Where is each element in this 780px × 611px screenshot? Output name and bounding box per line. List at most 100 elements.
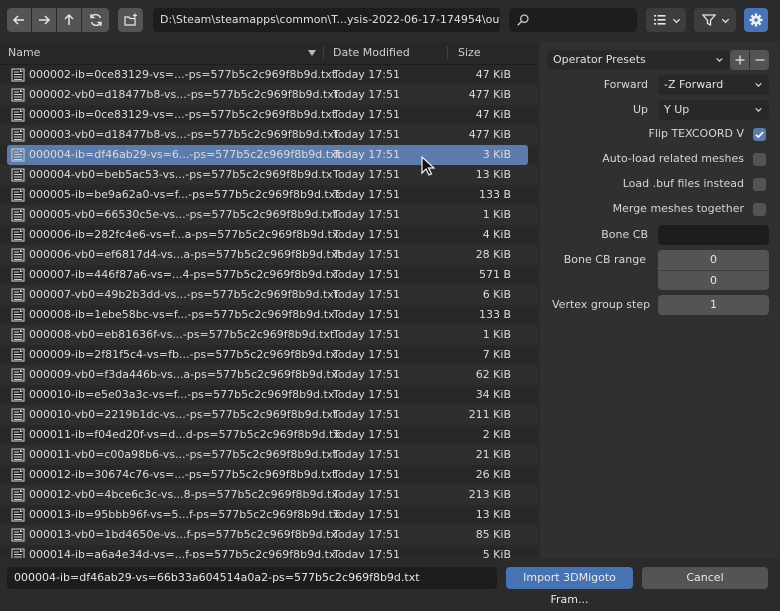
text-file-icon bbox=[11, 208, 25, 222]
file-name: 000010-ib=e5e03a3c-vs=f...-ps=577b5c2c96… bbox=[29, 388, 335, 401]
refresh-icon bbox=[89, 13, 102, 27]
file-date: Today 17:51 bbox=[333, 168, 401, 181]
text-file-icon bbox=[11, 508, 25, 522]
file-date: Today 17:51 bbox=[333, 408, 401, 421]
text-file-icon bbox=[11, 228, 25, 242]
autoload-checkbox[interactable] bbox=[753, 153, 766, 166]
file-size: 5 KiB bbox=[482, 548, 511, 558]
file-size: 1 KiB bbox=[482, 328, 511, 341]
file-size: 477 KiB bbox=[468, 128, 511, 141]
column-header-size[interactable]: Size bbox=[458, 42, 481, 64]
file-row[interactable]: 000006-vb0=ef6817d4-vs...a-ps=577b5c2c96… bbox=[0, 245, 538, 265]
file-date: Today 17:51 bbox=[333, 548, 401, 558]
column-header-date[interactable]: Date Modified bbox=[333, 42, 410, 64]
load-buf-checkbox[interactable] bbox=[753, 178, 766, 191]
bone-cb-field[interactable] bbox=[658, 225, 769, 245]
flip-texcoord-label[interactable]: Flip TEXCOORD V bbox=[560, 124, 744, 144]
text-file-icon bbox=[11, 548, 25, 558]
file-row[interactable]: 000009-ib=2f81f5c4-vs=fb...-ps=577b5c2c9… bbox=[0, 345, 538, 365]
file-name: 000005-ib=be9a62a0-vs=f...-ps=577b5c2c96… bbox=[29, 188, 340, 201]
file-row[interactable]: 000003-ib=0ce83129-vs=...-ps=577b5c2c969… bbox=[0, 105, 538, 125]
file-row[interactable]: 000010-vb0=2219b1dc-vs...-ps=577b5c2c969… bbox=[0, 405, 538, 425]
file-row[interactable]: 000004-vb0=beb5ac53-vs...-ps=577b5c2c969… bbox=[0, 165, 538, 185]
back-button[interactable] bbox=[7, 8, 31, 32]
chevron-down-icon bbox=[672, 18, 680, 23]
forward-button[interactable] bbox=[32, 8, 56, 32]
file-row[interactable]: 000010-ib=e5e03a3c-vs=f...-ps=577b5c2c96… bbox=[0, 385, 538, 405]
file-row[interactable]: 000006-ib=282fc4e6-vs=f...a-ps=577b5c2c9… bbox=[0, 225, 538, 245]
file-name: 000009-vb0=f3da446b-vs...a-ps=577b5c2c96… bbox=[29, 368, 338, 381]
new-folder-button[interactable] bbox=[118, 8, 143, 32]
file-size: 133 B bbox=[478, 308, 511, 321]
remove-preset-button[interactable] bbox=[750, 50, 769, 70]
file-name: 000007-vb0=49b2b3dd-vs...-ps=577b5c2c969… bbox=[29, 288, 339, 301]
text-file-icon bbox=[11, 148, 25, 162]
file-row[interactable]: 000008-vb0=eb81636f-vs...-ps=577b5c2c969… bbox=[0, 325, 538, 345]
file-name: 000004-vb0=beb5ac53-vs...-ps=577b5c2c969… bbox=[29, 168, 333, 181]
filter-dropdown[interactable] bbox=[694, 8, 736, 32]
cancel-button[interactable]: Cancel bbox=[642, 567, 768, 589]
file-row[interactable]: 000008-ib=1ebe58bc-vs=f...-ps=577b5c2c96… bbox=[0, 305, 538, 325]
file-row[interactable]: 000014-ib=a6a4e34d-vs=...f-ps=577b5c2c96… bbox=[0, 545, 538, 558]
merge-meshes-checkbox[interactable] bbox=[753, 203, 766, 216]
plus-icon bbox=[735, 55, 744, 65]
file-name: 000008-vb0=eb81636f-vs...-ps=577b5c2c969… bbox=[29, 328, 335, 341]
file-row[interactable]: 000005-vb0=66530c5e-vs...-ps=577b5c2c969… bbox=[0, 205, 538, 225]
file-size: 571 B bbox=[478, 268, 511, 281]
file-row[interactable]: 000004-ib=df46ab29-vs=6...-ps=577b5c2c96… bbox=[0, 145, 538, 165]
vertex-group-step-field[interactable]: 1 bbox=[658, 295, 769, 315]
settings-toggle-button[interactable] bbox=[744, 8, 768, 32]
file-row[interactable]: 000012-vb0=4bce6c3c-vs...8-ps=577b5c2c96… bbox=[0, 485, 538, 505]
refresh-button[interactable] bbox=[82, 8, 109, 32]
bone-cb-label: Bone CB bbox=[601, 228, 648, 241]
file-row[interactable]: 000002-ib=0ce83129-vs=...-ps=577b5c2c969… bbox=[0, 65, 538, 85]
file-date: Today 17:51 bbox=[333, 208, 401, 221]
column-header-name[interactable]: Name bbox=[8, 42, 40, 64]
import-button[interactable]: Import 3DMigoto Fram... bbox=[506, 567, 633, 606]
file-date: Today 17:51 bbox=[333, 348, 401, 361]
file-row[interactable]: 000007-vb0=49b2b3dd-vs...-ps=577b5c2c969… bbox=[0, 285, 538, 305]
file-list[interactable]: Name Date Modified Size 000002-ib=0ce831… bbox=[0, 42, 538, 558]
up-axis-dropdown[interactable]: Y Up bbox=[658, 100, 769, 120]
add-preset-button[interactable] bbox=[730, 50, 749, 70]
file-date: Today 17:51 bbox=[333, 268, 401, 281]
list-view-icon bbox=[653, 15, 665, 25]
forward-axis-dropdown[interactable]: -Z Forward bbox=[658, 75, 769, 95]
text-file-icon bbox=[11, 188, 25, 202]
load-buf-label[interactable]: Load .buf files instead bbox=[560, 174, 744, 194]
file-name: 000011-ib=f04ed20f-vs=d...d-ps=577b5c2c9… bbox=[29, 428, 340, 441]
display-mode-dropdown[interactable] bbox=[646, 8, 686, 32]
text-file-icon bbox=[11, 348, 25, 362]
parent-directory-button[interactable] bbox=[57, 8, 81, 32]
directory-path-field[interactable]: D:\Steam\steamapps\common\T...ysis-2022-… bbox=[153, 8, 500, 32]
file-row[interactable]: 000009-vb0=f3da446b-vs...a-ps=577b5c2c96… bbox=[0, 365, 538, 385]
forward-axis-value: -Z Forward bbox=[664, 78, 724, 91]
operator-presets-dropdown[interactable]: Operator Presets bbox=[547, 50, 730, 70]
file-row[interactable]: 000013-ib=95bbb96f-vs=5...f-ps=577b5c2c9… bbox=[0, 505, 538, 525]
file-row[interactable]: 000012-ib=30674c76-vs=...-ps=577b5c2c969… bbox=[0, 465, 538, 485]
flip-texcoord-checkbox[interactable] bbox=[753, 128, 766, 141]
file-row[interactable]: 000003-vb0=d18477b8-vs...-ps=577b5c2c969… bbox=[0, 125, 538, 145]
bone-cb-range-max-field[interactable]: 0 bbox=[658, 270, 769, 290]
text-file-icon bbox=[11, 248, 25, 262]
file-size: 34 KiB bbox=[475, 388, 511, 401]
file-row[interactable]: 000013-vb0=1bd4650e-vs...f-ps=577b5c2c96… bbox=[0, 525, 538, 545]
autoload-label[interactable]: Auto-load related meshes bbox=[560, 149, 744, 169]
search-icon bbox=[517, 14, 529, 26]
search-field[interactable] bbox=[509, 8, 637, 32]
file-size: 47 KiB bbox=[475, 68, 511, 81]
file-row[interactable]: 000011-ib=f04ed20f-vs=d...d-ps=577b5c2c9… bbox=[0, 425, 538, 445]
file-row[interactable]: 000007-ib=446f87a6-vs=...4-ps=577b5c2c96… bbox=[0, 265, 538, 285]
file-size: 6 KiB bbox=[482, 288, 511, 301]
merge-meshes-label[interactable]: Merge meshes together bbox=[560, 199, 744, 219]
bone-cb-range-min-field[interactable]: 0 bbox=[658, 250, 769, 270]
chevron-down-icon bbox=[755, 83, 762, 87]
chevron-down-icon bbox=[755, 108, 762, 112]
minus-icon bbox=[755, 59, 764, 61]
file-row[interactable]: 000002-vb0=d18477b8-vs...-ps=577b5c2c969… bbox=[0, 85, 538, 105]
file-row[interactable]: 000011-vb0=c00a98b6-vs...-ps=577b5c2c969… bbox=[0, 445, 538, 465]
filename-field[interactable]: 000004-ib=df46ab29-vs=66b33a604514a0a2-p… bbox=[7, 567, 497, 589]
sort-descending-icon bbox=[308, 50, 316, 56]
file-row[interactable]: 000005-ib=be9a62a0-vs=f...-ps=577b5c2c96… bbox=[0, 185, 538, 205]
file-name: 000014-ib=a6a4e34d-vs=...f-ps=577b5c2c96… bbox=[29, 548, 336, 558]
